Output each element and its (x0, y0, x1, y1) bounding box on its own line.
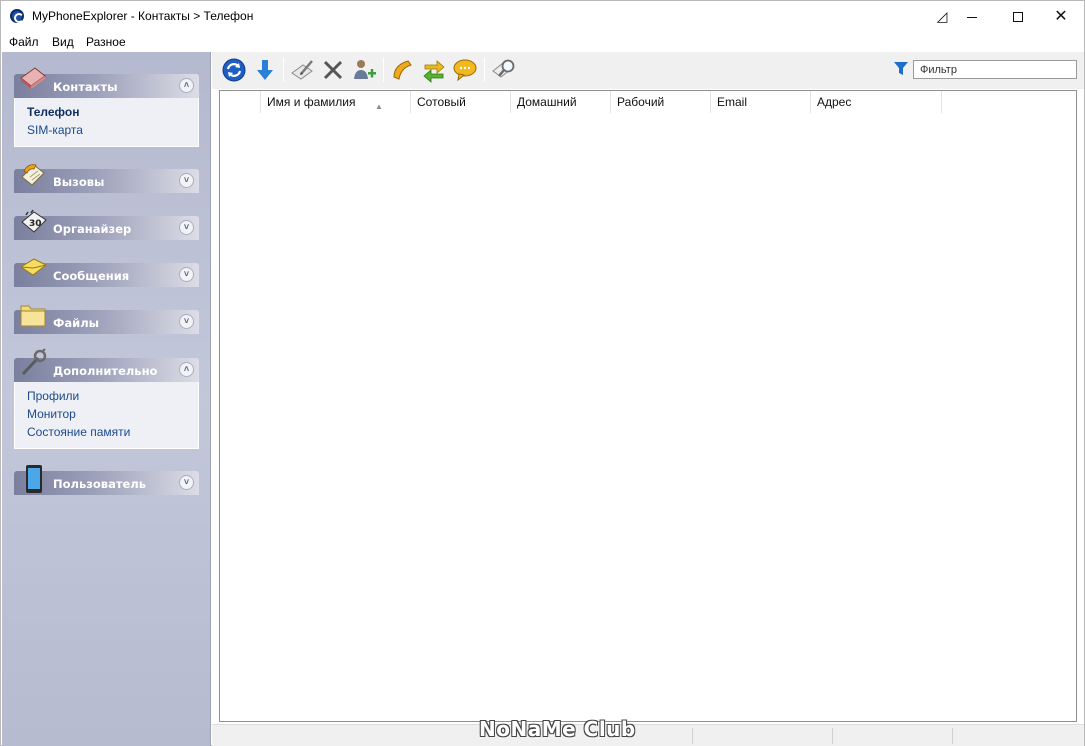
column-header-name[interactable]: Имя и фамилия ▲ (261, 91, 411, 113)
close-icon: ✕ (1054, 8, 1068, 25)
menu-file[interactable]: Файл (9, 35, 39, 49)
edit-icon[interactable] (289, 57, 315, 83)
maximize-button[interactable] (995, 1, 1041, 32)
status-separator (692, 728, 693, 744)
window-title: MyPhoneExplorer - Контакты > Телефон (32, 9, 254, 23)
sidebar-group-header-user[interactable]: Пользователь ˅ (14, 465, 199, 495)
sidebar-item-profiles[interactable]: Профили (27, 388, 198, 406)
toolbar-separator (383, 58, 384, 82)
sidebar-group-title: Вызовы (53, 175, 105, 189)
sidebar-group-header-extras[interactable]: Дополнительно ˄ (14, 348, 199, 382)
column-header-work[interactable]: Рабочий (611, 91, 711, 113)
minimize-button[interactable] (949, 1, 995, 32)
column-header-home[interactable]: Домашний (511, 91, 611, 113)
contacts-grid[interactable]: Имя и фамилия ▲ Сотовый Домашний Рабочий … (219, 90, 1077, 722)
svg-text:30: 30 (29, 219, 42, 229)
messages-icon (20, 258, 47, 276)
toolbar-separator (283, 58, 284, 82)
menu-view[interactable]: Вид (52, 35, 74, 49)
sidebar-group-extras: Дополнительно ˄ Профили Монитор Состояни… (14, 348, 199, 449)
sidebar-group-title: Сообщения (53, 269, 130, 283)
watermark: NoNaMe Club (479, 717, 636, 741)
sidebar-group-header-organizer[interactable]: 30 Органайзер ˅ (14, 209, 199, 240)
status-separator (952, 728, 953, 744)
delete-icon[interactable] (320, 57, 346, 83)
sidebar-group-body-contacts: Телефон SIM-карта (14, 98, 199, 147)
column-header-label: Имя и фамилия (267, 95, 356, 109)
app-window: MyPhoneExplorer - Контакты > Телефон ◿ ✕… (0, 0, 1085, 746)
menu-misc[interactable]: Разное (86, 35, 126, 49)
sidebar-group-user: Пользователь ˅ (14, 465, 199, 495)
sidebar: Контакты ˄ Телефон SIM-карта Вызовы ˅ 30… (2, 52, 211, 746)
find-duplicates-icon[interactable] (491, 57, 517, 83)
menu-bar: Файл Вид Разное (1, 32, 1084, 52)
column-header-icon[interactable] (220, 91, 261, 113)
close-button[interactable]: ✕ (1038, 1, 1084, 32)
sidebar-item-phone[interactable]: Телефон (27, 104, 198, 122)
collapse-icon[interactable]: ˄ (179, 362, 194, 377)
tools-icon (21, 348, 47, 376)
sidebar-group-messages: Сообщения ˅ (14, 258, 199, 287)
grid-header: Имя и фамилия ▲ Сотовый Домашний Рабочий … (220, 91, 1076, 113)
call-log-icon (21, 164, 45, 186)
organizer-icon: 30 (21, 209, 47, 233)
download-icon[interactable] (252, 57, 278, 83)
expand-icon[interactable]: ˅ (179, 173, 194, 188)
folder-icon (20, 305, 46, 327)
add-contact-icon[interactable] (351, 57, 377, 83)
refresh-icon[interactable] (221, 57, 247, 83)
sidebar-group-header-contacts[interactable]: Контакты ˄ (14, 67, 199, 98)
expand-icon[interactable]: ˅ (179, 267, 194, 282)
filter-icon (894, 62, 908, 75)
sidebar-group-title: Файлы (53, 316, 100, 330)
address-book-icon (20, 67, 46, 89)
call-icon[interactable] (390, 57, 416, 83)
title-bar: MyPhoneExplorer - Контакты > Телефон ◿ ✕ (1, 1, 1084, 32)
sort-ascending-icon: ▲ (375, 102, 383, 111)
sidebar-group-header-calls[interactable]: Вызовы ˅ (14, 164, 199, 193)
sidebar-group-header-messages[interactable]: Сообщения ˅ (14, 258, 199, 287)
status-bar (212, 724, 1084, 746)
sidebar-group-body-extras: Профили Монитор Состояние памяти (14, 382, 199, 449)
app-logo-icon (10, 9, 24, 23)
sidebar-group-contacts: Контакты ˄ Телефон SIM-карта (14, 67, 199, 147)
filter-input[interactable] (913, 60, 1077, 79)
minimize-icon (967, 16, 977, 18)
sidebar-group-files: Файлы ˅ (14, 305, 199, 334)
toolbar-separator (484, 58, 485, 82)
sidebar-item-monitor[interactable]: Монитор (27, 406, 198, 424)
status-separator (832, 728, 833, 744)
sidebar-group-calls: Вызовы ˅ (14, 164, 199, 193)
sidebar-group-title: Контакты (53, 80, 118, 94)
collapse-icon[interactable]: ˄ (179, 78, 194, 93)
sidebar-item-sim[interactable]: SIM-карта (27, 122, 198, 140)
expand-icon[interactable]: ˅ (179, 220, 194, 235)
sidebar-item-memory-status[interactable]: Состояние памяти (27, 424, 198, 442)
column-header-email[interactable]: Email (711, 91, 811, 113)
sidebar-group-organizer: 30 Органайзер ˅ (14, 209, 199, 240)
sidebar-group-title: Пользователь (53, 477, 146, 491)
sync-icon[interactable] (421, 57, 447, 83)
expand-icon[interactable]: ˅ (179, 314, 194, 329)
expand-icon[interactable]: ˅ (179, 475, 194, 490)
phone-icon (26, 465, 42, 493)
toolbar (212, 52, 1084, 89)
sidebar-group-title: Органайзер (53, 222, 132, 236)
sidebar-group-title: Дополнительно (53, 364, 158, 378)
maximize-icon (1013, 12, 1023, 23)
column-header-address[interactable]: Адрес (811, 91, 942, 113)
sidebar-group-header-files[interactable]: Файлы ˅ (14, 305, 199, 334)
column-header-mobile[interactable]: Сотовый (411, 91, 511, 113)
message-icon[interactable] (452, 57, 478, 83)
